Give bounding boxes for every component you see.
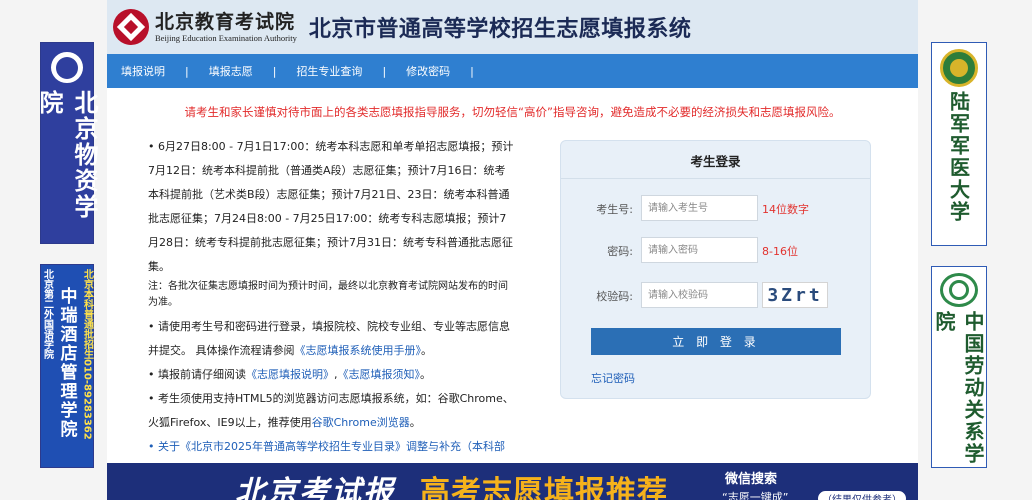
login-divider — [561, 178, 870, 179]
banner-disclaimer: （结果仅供参考） — [818, 491, 906, 500]
labor-emblem-icon — [940, 273, 978, 308]
login-tip-suffix: 。 — [421, 344, 432, 357]
ad-right2-text: 中国劳动关系学院 — [932, 311, 985, 466]
login-button[interactable]: 立 即 登 录 — [591, 328, 841, 355]
forgot-password-link[interactable]: 忘记密码 — [591, 370, 635, 386]
banner-brand: 北京考试报 — [235, 475, 395, 500]
nav-fill-choices[interactable]: 填报志愿 — [209, 63, 253, 79]
promo-banner[interactable]: 北京考试报 高考志愿填报推荐 微信搜索 “志愿一键成” （结果仅供参考） — [107, 463, 918, 500]
logo-cn: 北京教育考试院 — [155, 10, 296, 33]
ad-beijing-wuzi-university[interactable]: 北京物资学院 — [35, 42, 99, 244]
banner-wechat-search: 微信搜索 — [725, 472, 778, 487]
password-hint: 8-16位 — [762, 245, 798, 258]
read-tip-suffix: 。 — [419, 368, 431, 381]
ad-left2-col3: 北京本科普通批招生010-89283362 — [80, 265, 95, 467]
ad-zhongrui-hotel-school[interactable]: 北京第二外国语学院 中瑞酒店管理学院 北京本科普通批招生010-89283362 — [40, 264, 94, 468]
browser-tip: • 考生须使用支持HTML5的浏览器访问志愿填报系统，如：谷歌Chrome、火狐… — [148, 387, 516, 435]
nav-major-search[interactable]: 招生专业查询 — [296, 63, 362, 79]
captcha-input[interactable] — [641, 282, 758, 308]
page: 北京物资学院 北京第二外国语学院 中瑞酒店管理学院 北京本科普通批招生010-8… — [0, 0, 1032, 500]
army-emblem-icon — [940, 49, 978, 87]
warning-notice: 请考生和家长谨慎对待市面上的各类志愿填报指导服务，切勿轻信“高价”指导咨询，避免… — [184, 105, 841, 119]
manual-link[interactable]: 《志愿填报系统使用手册》 — [295, 344, 422, 357]
ad-left1-text: 北京物资学院 — [35, 90, 99, 221]
system-title: 北京市普通高等学校招生志愿填报系统 — [308, 17, 692, 42]
schedule-note: 注：各批次征集志愿填报时间为预计时间，最终以北京教育考试院网站发布的时间为准。 — [148, 281, 508, 308]
site-header: 北京教育考试院 Beijing Education Examination Au… — [107, 0, 918, 54]
ad-left2-col3-label: 北京本科普通批招生 — [81, 269, 93, 359]
schedule-text: • 6月27日8:00 - 7月1日17:00：统考本科志愿和单考单招志愿填报；… — [148, 140, 514, 273]
candidate-id-label: 考生号: — [596, 203, 633, 216]
ad-army-medical-university[interactable]: 陆军军医大学 — [931, 42, 987, 246]
login-panel: 考生登录 考生号: 14位数字 密码: 8-16位 校验码: 3Zrt 立 即 … — [560, 140, 871, 399]
login-title: 考生登录 — [690, 154, 741, 169]
ad-left2-phone: 010-89283362 — [81, 359, 93, 440]
info-panel: • 6月27日8:00 - 7月1日17:00：统考本科志愿和单考单招志愿填报；… — [148, 135, 516, 483]
main-container: 北京教育考试院 Beijing Education Examination Au… — [107, 0, 918, 500]
read-tip-text: • 填报前请仔细阅读 — [148, 368, 246, 381]
ad-china-labor-relations-institute[interactable]: 中国劳动关系学院 — [931, 266, 987, 468]
candidate-id-row: 考生号: 14位数字 — [561, 195, 870, 221]
banner-title: 高考志愿填报推荐 — [420, 475, 668, 500]
banner-keyword: “志愿一键成” — [722, 491, 789, 500]
notice-link[interactable]: 《志愿填报须知》 — [337, 368, 420, 381]
logo-en: Beijing Education Examination Authority — [155, 32, 297, 43]
ad-left2-col2: 中瑞酒店管理学院 — [56, 287, 77, 439]
beea-logo-icon — [113, 9, 149, 45]
instructions-link[interactable]: 《志愿填报说明》 — [246, 368, 334, 381]
captcha-image[interactable]: 3Zrt — [762, 282, 828, 308]
browser-tip-suffix: 。 — [409, 416, 421, 429]
nav-fill-instructions[interactable]: 填报说明 — [121, 63, 165, 79]
password-input[interactable] — [641, 237, 758, 263]
nav-change-password[interactable]: 修改密码 — [406, 63, 450, 79]
university-emblem-icon — [48, 49, 86, 87]
nav-separator: | — [470, 64, 474, 78]
login-tip: • 请使用考生号和密码进行登录，填报院校、院校专业组、专业等志愿信息并提交。 具… — [148, 315, 516, 363]
captcha-label: 校验码: — [596, 290, 633, 303]
nav-separator: | — [272, 64, 277, 78]
nav-separator: | — [185, 64, 189, 78]
password-row: 密码: 8-16位 — [561, 237, 870, 263]
captcha-row: 校验码: 3Zrt — [561, 282, 870, 308]
chrome-link[interactable]: 谷歌Chrome浏览器 — [312, 416, 410, 429]
candidate-id-hint: 14位数字 — [762, 203, 809, 216]
password-label: 密码: — [607, 245, 633, 258]
ad-left2-col1: 北京第二外国语学院 — [41, 269, 53, 359]
main-nav: 填报说明 | 填报志愿 | 招生专业查询 | 修改密码 | — [107, 54, 918, 88]
ad-right1-text: 陆军军医大学 — [946, 91, 971, 223]
logo-text: 北京教育考试院 Beijing Education Examination Au… — [155, 11, 297, 44]
nav-separator: | — [382, 64, 387, 78]
read-tip: • 填报前请仔细阅读《志愿填报说明》,《志愿填报须知》。 — [148, 363, 516, 387]
candidate-id-input[interactable] — [641, 195, 758, 221]
